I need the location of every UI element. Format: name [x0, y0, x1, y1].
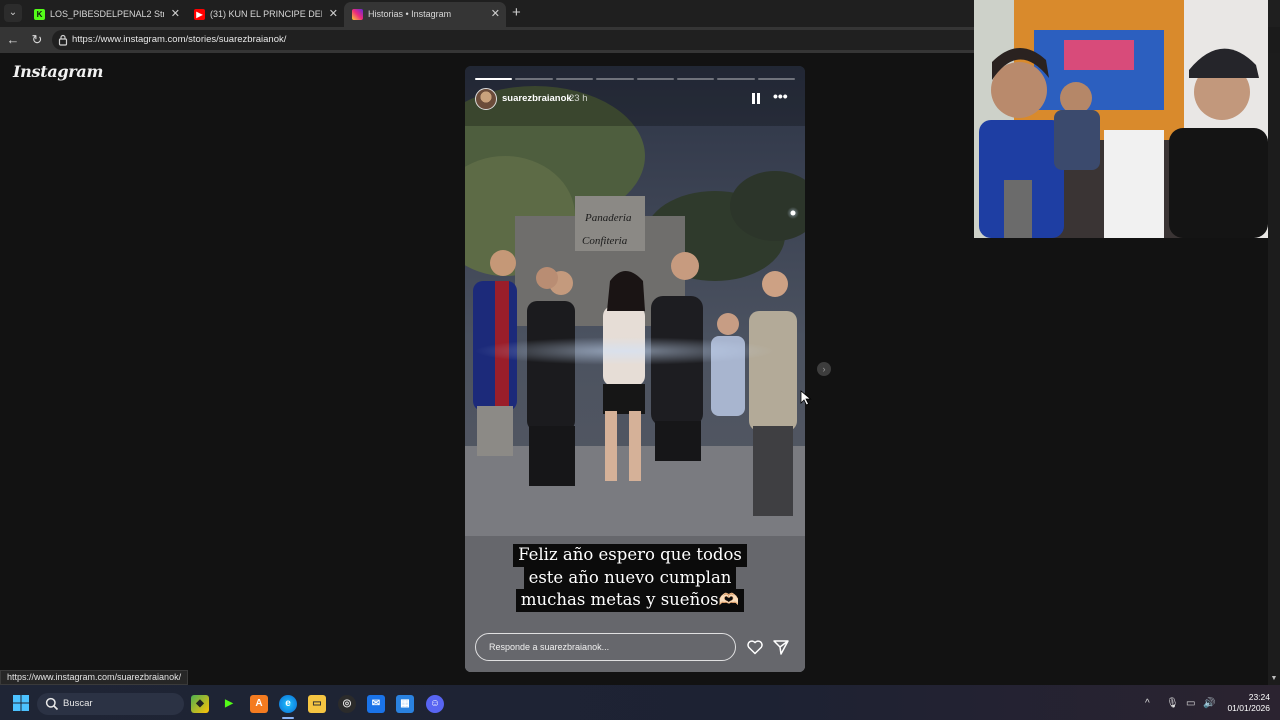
site-info-icon[interactable]: [58, 34, 68, 46]
obs-studio-icon[interactable]: ◎: [338, 695, 356, 713]
tab-search-chevron-icon[interactable]: ⌄: [4, 4, 22, 22]
page-scrollbar[interactable]: [1268, 53, 1280, 685]
heart-icon[interactable]: [746, 638, 764, 656]
taskbar-clock[interactable]: 23:24 01/01/2026: [1222, 692, 1270, 714]
close-tab-icon[interactable]: ✕: [491, 2, 500, 26]
avatar[interactable]: [475, 88, 497, 110]
tab-title: (31) KUN EL PRINCIPE DEL ACORD: [210, 9, 322, 19]
next-story-chevron-icon[interactable]: ›: [817, 362, 831, 376]
story-progress-segment: [596, 78, 634, 80]
screen: ⌄ K LOS_PIBESDELPENAL2 Stream - W ✕ ▶ (3…: [0, 0, 1280, 720]
microphone-icon[interactable]: 🎙: [1166, 698, 1179, 710]
ableton-icon[interactable]: A: [250, 695, 268, 713]
more-options-icon[interactable]: •••: [773, 89, 788, 103]
minecraft-launcher-icon[interactable]: ◆: [191, 695, 209, 713]
windows-start-icon[interactable]: [13, 695, 29, 711]
story-time: 23 h: [569, 93, 588, 104]
tab-instagram[interactable]: Historias • Instagram ✕: [344, 2, 506, 27]
youtube-icon: ▶: [194, 9, 205, 20]
webcam-overlay: [974, 0, 1268, 238]
caption-line: muchas metas y sueños🫶🏻: [515, 589, 745, 612]
url-text: https://www.instagram.com/stories/suarez…: [72, 34, 287, 45]
mouse-cursor-icon: [800, 390, 812, 406]
svg-text:Panaderia: Panaderia: [584, 212, 632, 224]
back-icon[interactable]: ←: [4, 31, 22, 49]
search-label: Buscar: [63, 698, 93, 709]
search-icon: [45, 697, 59, 711]
file-explorer-icon[interactable]: ▭: [308, 695, 326, 713]
instagram-logo[interactable]: Instagram: [13, 62, 103, 81]
microsoft-store-icon[interactable]: ▦: [396, 695, 414, 713]
reload-icon[interactable]: ↻: [28, 31, 46, 49]
reply-placeholder: Responde a suarezbraianok...: [489, 642, 610, 652]
story-progress-segment: [636, 78, 674, 80]
tray-chevron-up-icon[interactable]: ^: [1145, 698, 1150, 710]
tab-youtube[interactable]: ▶ (31) KUN EL PRINCIPE DEL ACORD ✕: [186, 2, 344, 27]
close-tab-icon[interactable]: ✕: [329, 2, 338, 26]
tab-title: Historias • Instagram: [368, 9, 452, 19]
outlook-icon[interactable]: ✉: [367, 695, 385, 713]
story-caption: Feliz año espero que todos este año nuev…: [513, 544, 747, 612]
story-username[interactable]: suarezbraianok: [502, 93, 572, 104]
edge-browser-icon[interactable]: e: [279, 695, 297, 713]
caption-line: este año nuevo cumplan: [523, 566, 737, 589]
story-progress-segment: [676, 78, 715, 80]
taskbar-search[interactable]: Buscar: [37, 693, 184, 715]
caption-line: Feliz año espero que todos: [513, 544, 747, 567]
clock-time: 23:24: [1248, 692, 1270, 702]
scroll-down-icon[interactable]: ▼: [1268, 675, 1280, 685]
story-viewer[interactable]: Panaderia Confiteria suarezbraianok 23 h…: [465, 66, 805, 672]
send-icon[interactable]: [772, 638, 790, 656]
windows-taskbar: Buscar ◆ ▶ A e ▭ ◎ ✉ ▦ ☺ ^ 🎙 ▭ 🔊 23:24 0…: [0, 685, 1280, 720]
address-bar[interactable]: https://www.instagram.com/stories/suarez…: [52, 30, 974, 50]
active-app-indicator: [282, 717, 294, 719]
story-progress-segment: [555, 78, 594, 80]
close-tab-icon[interactable]: ✕: [171, 2, 180, 26]
network-icon[interactable]: ▭: [1186, 698, 1195, 710]
status-bar-url: https://www.instagram.com/suarezbraianok…: [0, 670, 189, 685]
reply-input[interactable]: Responde a suarezbraianok...: [475, 633, 736, 661]
browser-toolbar: ← ↻ https://www.instagram.com/stories/su…: [0, 27, 974, 53]
instagram-icon: [352, 9, 363, 20]
story-progress-segment: [475, 78, 513, 80]
kick-icon: K: [34, 9, 45, 20]
pause-icon[interactable]: [751, 93, 761, 104]
story-progress-segment: [717, 78, 755, 80]
story-progress-bar: [475, 78, 795, 80]
clock-date: 01/01/2026: [1227, 703, 1270, 713]
kick-app-icon[interactable]: ▶: [220, 695, 238, 713]
story-progress-segment: [515, 78, 553, 80]
story-progress-segment: [757, 78, 795, 80]
tab-kick-stream[interactable]: K LOS_PIBESDELPENAL2 Stream - W ✕: [26, 2, 186, 27]
volume-icon[interactable]: 🔊: [1203, 698, 1215, 710]
svg-text:Confiteria: Confiteria: [582, 235, 628, 247]
tab-title: LOS_PIBESDELPENAL2 Stream - W: [50, 9, 164, 19]
new-tab-icon[interactable]: +: [512, 5, 521, 21]
discord-icon[interactable]: ☺: [426, 695, 444, 713]
